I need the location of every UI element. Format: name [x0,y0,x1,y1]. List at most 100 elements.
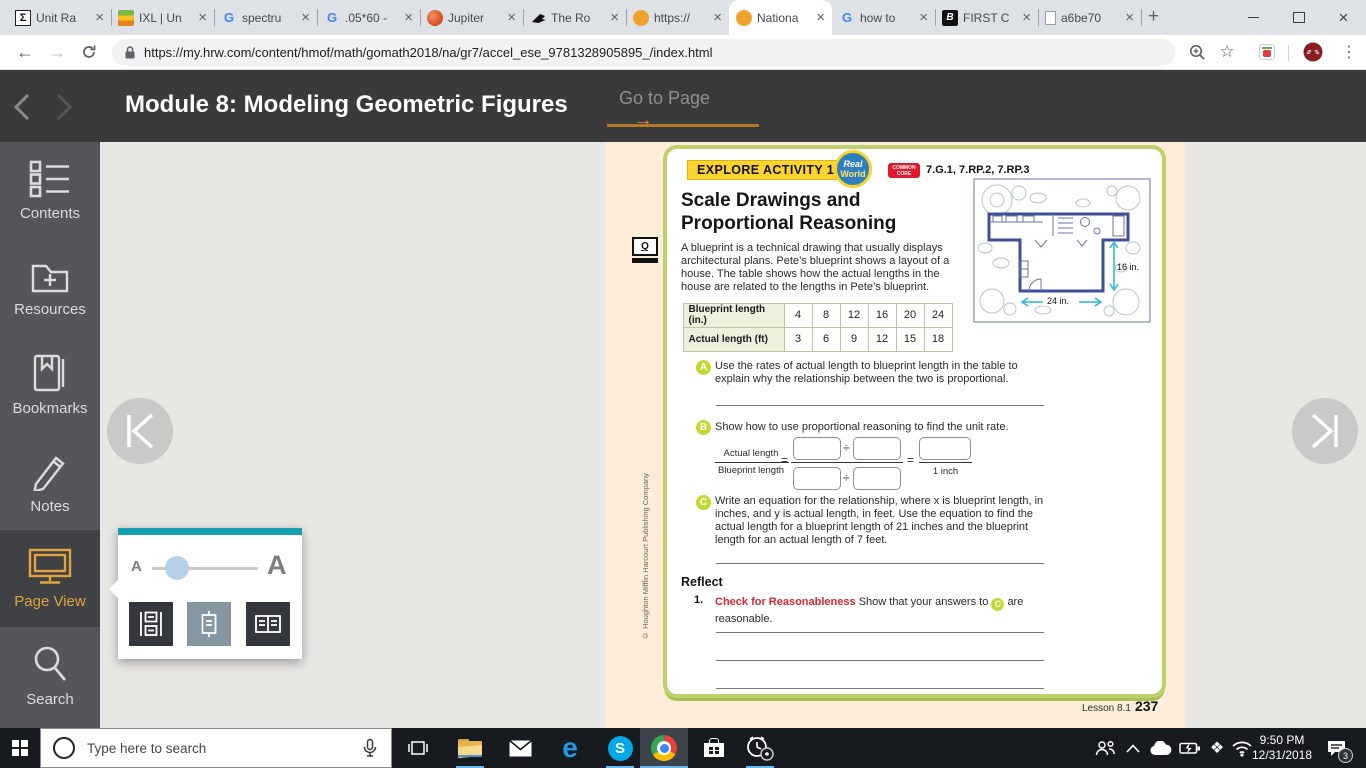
taskbar-edge[interactable]: e [548,728,592,768]
question-hotspot-button[interactable]: Q [632,237,658,263]
tray-people-button[interactable] [1090,728,1120,768]
tray-dropbox[interactable]: ❖ [1205,728,1229,768]
window-close-button[interactable]: × [1321,0,1366,35]
browser-tab[interactable]: Σ Unit Ra × [8,0,111,35]
reflect-text-before: Show that your answers to [858,596,989,608]
sidebar-item-search[interactable]: Search [0,627,100,724]
tab-close-icon[interactable]: × [198,10,207,25]
browser-tab[interactable]: The Ro × [523,0,626,35]
chevron-right-icon [56,93,73,121]
forward-button[interactable]: → [42,35,72,69]
real-world-badge: Real World [834,150,872,188]
profile-avatar[interactable] [1298,35,1328,69]
tab-close-icon[interactable]: × [713,10,722,25]
taskbar-mail[interactable] [498,728,542,768]
arrow-right-icon: → [633,109,653,131]
taskbar-file-explorer[interactable] [448,728,492,768]
store-flag-2 [715,747,719,750]
browser-tab[interactable]: B FIRST C × [935,0,1038,35]
view-mode-single-page-button[interactable] [187,602,231,646]
text-size-slider-thumb[interactable] [165,556,189,580]
tab-close-icon[interactable]: × [816,10,825,25]
sidebar-item-contents[interactable]: Contents [0,142,100,239]
taskbar-skype[interactable]: S [598,728,642,768]
url-omnibox[interactable]: https://my.hrw.com/content/hmof/math/gom… [112,39,1175,66]
sidebar: Contents Resources Bookmarks Notes Page … [0,142,100,728]
browser-tab[interactable]: a6be70 × [1038,0,1141,35]
taskbar-store[interactable] [692,728,736,768]
explore-activity-page: EXPLORE ACTIVITY 1 Real World COMMON COR… [663,145,1166,698]
taskbar-search-box[interactable]: Type here to search [40,728,392,768]
contents-list-icon [29,160,69,197]
tray-show-hidden-icons[interactable] [1122,728,1144,768]
sidebar-item-page-view[interactable]: Page View [0,530,100,627]
browser-menu-button[interactable]: ⋮ [1334,35,1364,69]
window-maximize-button[interactable] [1276,0,1321,35]
back-button[interactable]: ← [10,35,40,69]
tray-battery[interactable] [1176,728,1204,768]
browser-tab[interactable]: G how to × [832,0,935,35]
bookmarks-book-icon [33,354,65,391]
browser-tab[interactable]: Jupiter × [420,0,523,35]
browser-tab[interactable]: https:// × [626,0,729,35]
store-flag-1 [709,747,713,750]
tab-close-icon[interactable]: × [1022,10,1031,25]
fraction-bar [791,462,903,463]
microphone-icon[interactable] [361,738,379,758]
action-center-button[interactable]: 3 [1320,728,1354,768]
tab-close-icon[interactable]: × [507,10,516,25]
view-mode-two-page-button[interactable] [246,602,290,646]
tab-close-icon[interactable]: × [610,10,619,25]
fraction-numerator: Actual length [723,448,779,459]
page-forward-button[interactable] [52,92,76,127]
lesson-title: Scale Drawings and Proportional Reasonin… [681,189,896,235]
taskbar-clock[interactable]: 9:50 PM 12/31/2018 [1250,728,1314,768]
file-explorer-icon [458,738,482,758]
notes-pencil-icon [33,455,65,491]
tab-close-icon[interactable]: × [919,10,928,25]
row-header: Actual length (ft) [682,326,785,352]
store-icon [704,738,724,758]
bookmark-star-button[interactable]: ☆ [1212,35,1242,69]
ratio-table: Blueprint length (in.) 4 8 12 16 20 24 A… [682,302,953,352]
chevron-up-icon [1126,743,1140,753]
taskbar-chrome-active[interactable] [640,728,688,768]
skip-next-icon [1311,413,1338,449]
next-page-button[interactable] [1292,398,1358,464]
previous-page-button[interactable] [107,398,173,464]
zoom-page-button[interactable] [1182,35,1212,69]
answer-line [716,405,1044,406]
table-cell: 9 [839,326,869,352]
bird-favicon [530,10,546,26]
view-mode-scroll-button[interactable] [129,602,173,646]
taskbar-alarms[interactable] [738,728,782,768]
sidebar-item-resources[interactable]: Resources [0,239,100,336]
browser-tab[interactable]: IXL | Un × [111,0,214,35]
page-back-button[interactable] [10,92,34,127]
task-view-button[interactable] [398,728,438,768]
start-button[interactable] [0,728,40,768]
sidebar-item-label: Page View [14,592,86,610]
store-flag-4 [715,751,719,754]
table-cell: 6 [811,326,841,352]
new-tab-button[interactable]: + [1148,6,1159,28]
extension-button[interactable] [1252,35,1282,69]
tab-close-icon[interactable]: × [301,10,310,25]
reflect-item-text: Check for Reasonableness Show that your … [715,594,1027,627]
go-to-page-button[interactable]: Go to Page → [607,88,759,132]
browser-tab[interactable]: G spectru × [214,0,317,35]
part-c-badge: C [696,495,711,510]
browser-tab-active[interactable]: Nationa × [729,0,832,35]
resources-folder-icon [31,264,69,292]
browser-tab[interactable]: G .05*60 - × [317,0,420,35]
window-minimize-button[interactable] [1231,0,1276,35]
tab-close-icon[interactable]: × [404,10,413,25]
reload-button[interactable] [74,35,104,69]
tab-close-icon[interactable]: × [1125,10,1134,25]
sidebar-item-notes[interactable]: Notes [0,433,100,530]
tray-onedrive[interactable] [1147,728,1173,768]
sidebar-item-bookmarks[interactable]: Bookmarks [0,336,100,433]
single-page-view-icon [201,611,217,637]
tab-close-icon[interactable]: × [95,10,104,25]
go-to-page-label: Go to Page [619,88,711,108]
